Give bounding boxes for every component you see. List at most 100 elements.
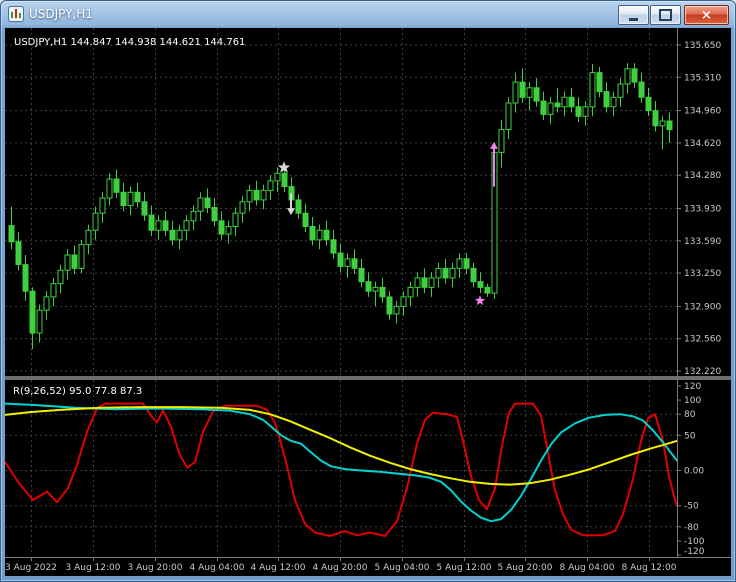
candle-body <box>92 212 99 231</box>
indicator-tick-label: 0.00 <box>684 467 704 477</box>
candle-body <box>267 180 274 191</box>
candle-body <box>603 91 610 108</box>
window-controls: × <box>617 5 729 25</box>
chart-canvas[interactable]: 135.650 135.310 134.960 134.620 134.280 133.9… <box>5 28 731 576</box>
candle-body <box>71 254 78 269</box>
candle-body <box>57 269 64 285</box>
time-tick-label: 4 Aug 12:00 <box>251 563 306 573</box>
candle-body <box>295 199 302 214</box>
candle-body <box>652 110 659 127</box>
candle-body <box>568 96 575 108</box>
close-button[interactable]: × <box>684 5 729 25</box>
price-tick-label: 135.650 <box>684 41 721 51</box>
candle-body <box>344 258 351 267</box>
candle-body <box>561 96 568 108</box>
candle-body <box>645 96 652 112</box>
candle-body <box>519 81 526 98</box>
window-title: USDJPY,H1 <box>29 7 93 21</box>
candle-body <box>78 244 85 269</box>
candle-body <box>85 229 92 246</box>
candle-body <box>386 296 393 315</box>
candle-body <box>274 172 281 182</box>
candle-body <box>162 220 169 231</box>
candle-body <box>617 83 624 98</box>
candle-body <box>183 220 190 231</box>
price-tick-label: 134.960 <box>684 107 721 117</box>
candle-body <box>596 72 603 93</box>
candle-body <box>435 267 442 279</box>
candle-body <box>351 258 358 269</box>
candle-body <box>610 96 617 108</box>
candle-body <box>337 252 344 267</box>
panel-separator[interactable] <box>5 376 731 380</box>
candle-body <box>575 106 582 117</box>
ohlc-info: USDJPY,H1 144.847 144.938 144.621 144.76… <box>14 37 246 48</box>
candle-body <box>176 229 183 241</box>
candle-body <box>106 178 113 199</box>
candle-body <box>330 239 337 254</box>
price-tick-label: 135.310 <box>684 73 721 83</box>
candle-body <box>316 229 323 241</box>
candle-body <box>379 286 386 298</box>
time-tick-label: 3 Aug 12:00 <box>66 563 121 573</box>
candle-body <box>309 226 316 241</box>
candle-body <box>477 281 484 288</box>
time-tick-label: 4 Aug 04:00 <box>190 563 245 573</box>
indicator-tick-label: 100 <box>684 396 701 406</box>
price-tick-label: 133.590 <box>684 237 721 247</box>
candle-body <box>449 267 456 279</box>
candle-body <box>470 267 477 283</box>
candle-body <box>141 201 148 216</box>
chart-icon <box>8 6 24 22</box>
candle-body <box>190 210 197 222</box>
candle-body <box>526 87 533 98</box>
indicator-tick-label: -100 <box>684 537 705 547</box>
candle-body <box>134 191 141 203</box>
candle-body <box>29 290 36 334</box>
candle-body <box>148 214 155 231</box>
candle-body <box>554 102 561 108</box>
candle-body <box>414 277 421 288</box>
candle-body <box>407 286 414 298</box>
time-tick-label: 8 Aug 12:00 <box>622 563 677 573</box>
candle-body <box>358 267 365 283</box>
time-tick-label: 8 Aug 04:00 <box>560 563 615 573</box>
maximize-button[interactable] <box>650 5 681 25</box>
candle-body <box>260 189 267 201</box>
time-tick-label: 4 Aug 20:00 <box>313 563 368 573</box>
candle-body <box>155 220 162 231</box>
candle-body <box>456 258 463 269</box>
indicator-info: R(9,26,52) 95.0 77.8 87.3 <box>13 386 143 397</box>
candle-body <box>428 277 435 288</box>
candle-body <box>512 81 519 104</box>
chart-window: USDJPY,H1 × 135.650 135.310 134.960 134.620… <box>0 0 736 582</box>
candle-body <box>666 120 673 131</box>
candle-body <box>253 189 260 201</box>
candle-body <box>218 220 225 235</box>
time-tick-label: 5 Aug 12:00 <box>437 563 492 573</box>
candle-body <box>365 281 372 292</box>
candle-body <box>232 212 239 227</box>
candle-body <box>211 207 218 222</box>
price-tick-label: 134.280 <box>684 171 721 181</box>
candle-body <box>505 102 512 131</box>
candle-body <box>36 309 43 334</box>
candle-body <box>589 72 596 108</box>
time-tick-label: 5 Aug 04:00 <box>375 563 430 573</box>
price-tick-label: 132.900 <box>684 302 721 312</box>
candle-body <box>533 87 540 102</box>
minimize-button[interactable] <box>618 5 649 25</box>
candle-body <box>197 197 204 212</box>
candle-body <box>393 305 400 315</box>
candle-body <box>239 201 246 214</box>
candle-body <box>624 68 631 85</box>
indicator-tick-label: 120 <box>684 382 701 392</box>
close-icon: × <box>701 7 712 23</box>
indicator-tick-label: -80 <box>684 523 699 533</box>
time-tick-label: 3 Aug 2022 <box>5 563 57 573</box>
price-tick-label: 133.250 <box>684 269 721 279</box>
candle-body <box>498 129 505 153</box>
titlebar[interactable]: USDJPY,H1 × <box>2 2 734 27</box>
indicator-tick-label: -50 <box>684 502 699 512</box>
chart-client-area[interactable]: 135.650 135.310 134.960 134.620 134.280 133.9… <box>5 28 731 576</box>
